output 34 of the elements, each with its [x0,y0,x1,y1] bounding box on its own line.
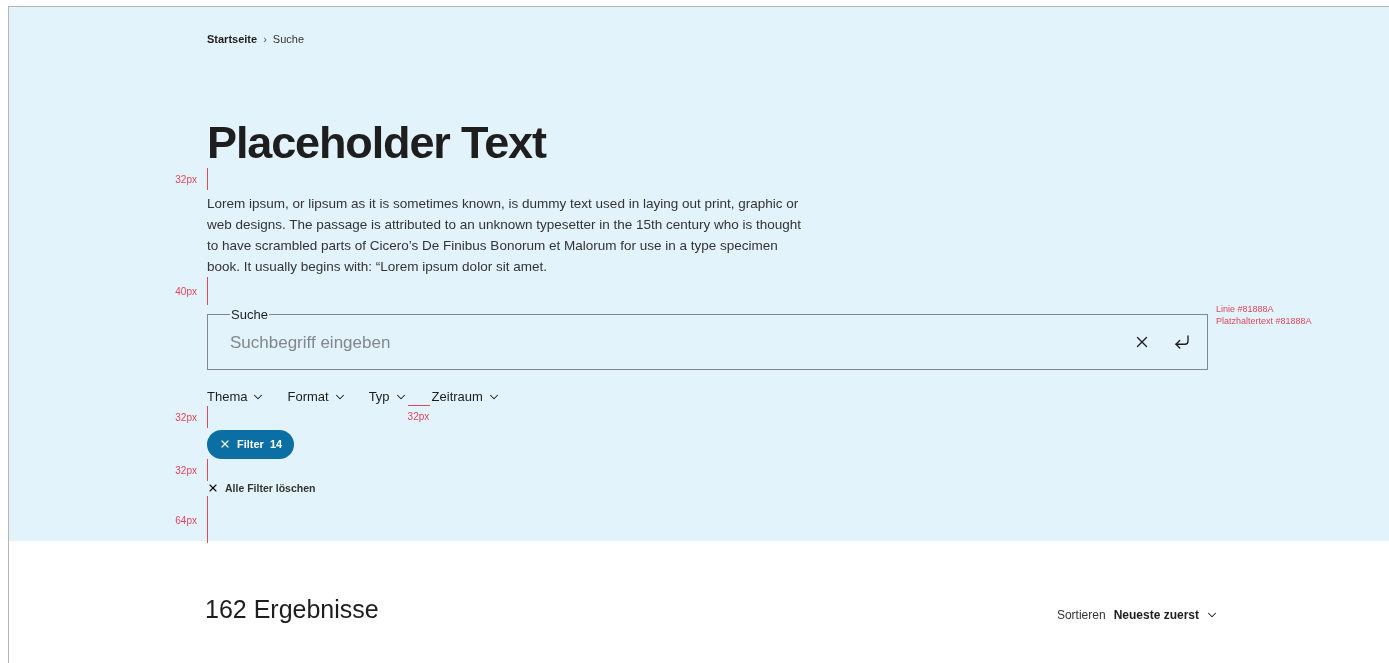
breadcrumb-separator: › [263,32,267,47]
breadcrumb-link[interactable]: Suche [272,31,304,48]
search-label: Suche [230,305,269,324]
spacing-marker [407,404,430,406]
spacing-label: 32px [175,172,197,186]
spacing-label: 64px [175,513,197,528]
filter-dropdown[interactable]: Zeitraum [431,386,501,407]
breadcrumb-link[interactable]: Startseite [207,31,258,48]
sort-label: Sortieren [1056,606,1106,624]
filter-dropdown[interactable]: Format [287,386,347,407]
spacing-marker [207,276,208,305]
filter-dropdown[interactable]: Typ [368,386,408,407]
spacing-marker [207,458,208,481]
active-filter-chip[interactable]: Filter 14 [207,429,295,459]
filter-dropdown[interactable]: Thema [207,386,266,407]
spacing-label: 40px [175,284,197,298]
submit-search-button[interactable] [1173,333,1191,352]
enter-icon [1173,333,1191,352]
close-icon [219,438,231,450]
spacing-label: 32px [175,463,197,477]
spacing-label: 32px [175,410,197,424]
spacing-label: 32px [407,409,430,424]
intro-paragraph: Lorem ipsum, or lipsum as it is sometimes known, is dummy text used in laying out print, graphic or web designs. The passage is attributed to an unknown typesetter in the 15th century who is thought to have scrambled parts of Cicero’s De Finibus Bonorum et Malorum for use in a type specimen book. It usually begins with: “Lorem ipsum dolor sit amet. [207,194,803,276]
spacing-marker [207,405,208,428]
sort-dropdown[interactable]: Neueste zuerst [1113,605,1219,624]
spacing-marker [207,167,208,190]
spacing-marker [207,496,208,544]
clear-filters-link[interactable]: Alle Filter löschen [207,480,316,497]
page-title: Placeholder Text [207,117,548,168]
spec-note: Linie #81888A [1216,302,1275,315]
results-count: 162 Ergebnisse [205,594,379,625]
search-input[interactable]: Suchbegriff eingeben [230,329,1133,355]
filter-count: 14 [269,436,283,452]
spec-note: Platzhaltertext #81888A [1216,314,1312,327]
